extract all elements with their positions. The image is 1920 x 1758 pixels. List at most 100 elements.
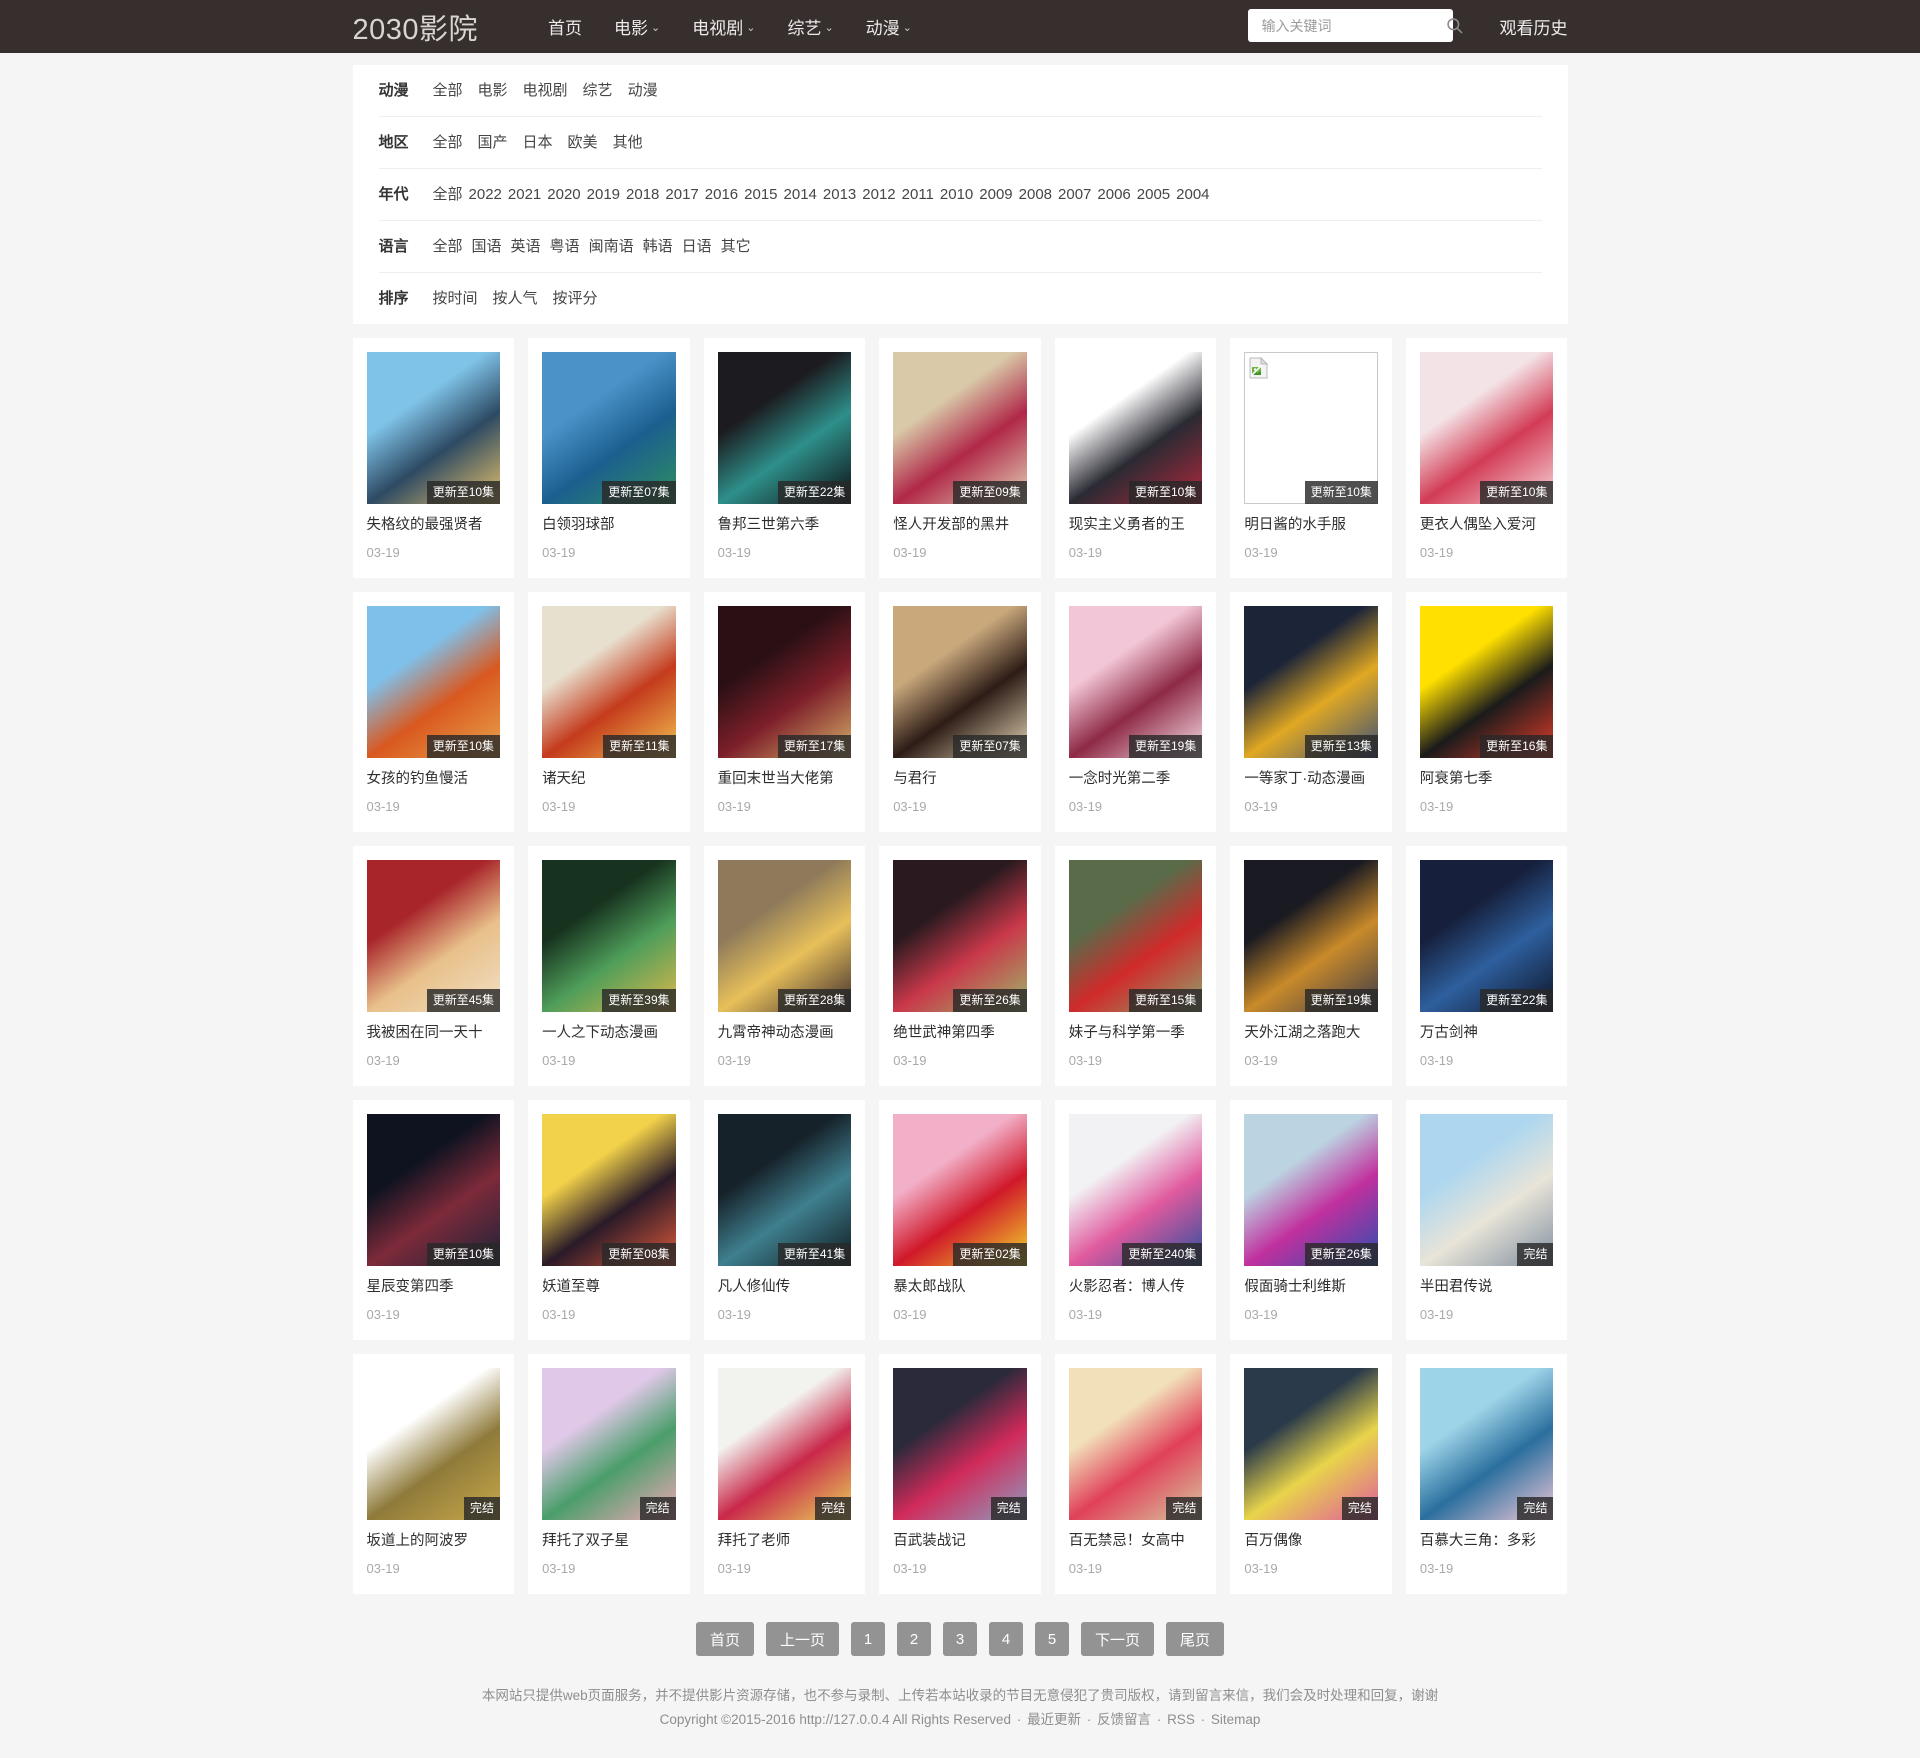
video-card[interactable]: 更新至10集 现实主义勇者的王 03-19 [1054, 338, 1217, 578]
filter-option[interactable]: 其它 [721, 237, 751, 257]
video-title[interactable]: 百万偶像 [1244, 1532, 1378, 1550]
video-title[interactable]: 暴太郎战队 [893, 1278, 1027, 1296]
page-button[interactable]: 上一页 [765, 1622, 839, 1656]
video-title[interactable]: 失格纹的最强贤者 [367, 516, 501, 534]
poster-thumbnail[interactable]: 更新至10集 [1244, 352, 1378, 504]
filter-option[interactable]: 2018 [626, 185, 659, 205]
poster-thumbnail[interactable]: 更新至26集 [893, 860, 1027, 1012]
video-title[interactable]: 阿衰第七季 [1420, 770, 1554, 788]
video-card[interactable]: 更新至39集 一人之下动态漫画 03-19 [528, 846, 690, 1086]
video-card[interactable]: 完结 拜托了老师 03-19 [703, 1354, 866, 1594]
filter-option[interactable]: 2005 [1137, 185, 1170, 205]
poster-thumbnail[interactable]: 更新至45集 [366, 860, 501, 1012]
video-title[interactable]: 重回末世当大佬第 [718, 770, 852, 788]
filter-option[interactable]: 2006 [1097, 185, 1130, 205]
video-card[interactable]: 更新至26集 假面骑士利维斯 03-19 [1230, 1100, 1392, 1340]
filter-option[interactable]: 国产 [478, 133, 508, 153]
filter-option[interactable]: 国语 [472, 237, 502, 257]
video-card[interactable]: 更新至07集 与君行 03-19 [879, 592, 1041, 832]
video-title[interactable]: 拜托了老师 [718, 1532, 852, 1550]
filter-option[interactable]: 按时间 [433, 289, 478, 309]
video-title[interactable]: 妖道至尊 [542, 1278, 676, 1296]
video-card[interactable]: 更新至09集 怪人开发部的黑井 03-19 [879, 338, 1041, 578]
filter-option[interactable]: 欧美 [568, 133, 598, 153]
poster-thumbnail[interactable]: 更新至15集 [1068, 860, 1203, 1012]
video-title[interactable]: 半田君传说 [1420, 1278, 1554, 1296]
filter-option[interactable]: 全部 [433, 133, 463, 153]
video-title[interactable]: 一等家丁·动态漫画 [1244, 770, 1378, 788]
filter-option[interactable]: 动漫 [628, 81, 658, 101]
filter-option[interactable]: 2022 [469, 185, 502, 205]
page-button[interactable]: 尾页 [1166, 1622, 1225, 1656]
filter-option[interactable]: 2009 [979, 185, 1012, 205]
video-card[interactable]: 更新至07集 白领羽球部 03-19 [528, 338, 690, 578]
poster-thumbnail[interactable]: 更新至10集 [366, 606, 501, 758]
watch-history-link[interactable]: 观看历史 [1500, 14, 1568, 39]
filter-option[interactable]: 日语 [682, 237, 712, 257]
poster-thumbnail[interactable]: 完结 [366, 1368, 501, 1520]
video-title[interactable]: 星辰变第四季 [367, 1278, 501, 1296]
video-card[interactable]: 更新至15集 妹子与科学第一季 03-19 [1054, 846, 1217, 1086]
footer-link[interactable]: Sitemap [1211, 1712, 1261, 1727]
video-title[interactable]: 怪人开发部的黑井 [893, 516, 1027, 534]
poster-thumbnail[interactable]: 更新至07集 [893, 606, 1027, 758]
poster-thumbnail[interactable]: 更新至10集 [366, 1114, 501, 1266]
video-card[interactable]: 更新至19集 一念时光第二季 03-19 [1054, 592, 1217, 832]
video-title[interactable]: 鲁邦三世第六季 [718, 516, 852, 534]
filter-option[interactable]: 按评分 [553, 289, 598, 309]
poster-thumbnail[interactable]: 完结 [542, 1368, 676, 1520]
poster-thumbnail[interactable]: 更新至41集 [717, 1114, 852, 1266]
video-card[interactable]: 更新至26集 绝世武神第四季 03-19 [879, 846, 1041, 1086]
video-card[interactable]: 更新至10集 星辰变第四季 03-19 [352, 1100, 515, 1340]
video-title[interactable]: 一念时光第二季 [1069, 770, 1203, 788]
filter-option[interactable]: 粤语 [550, 237, 580, 257]
video-title[interactable]: 我被困在同一天十 [367, 1024, 501, 1042]
video-title[interactable]: 火影忍者：博人传 [1069, 1278, 1203, 1296]
video-card[interactable]: 更新至08集 妖道至尊 03-19 [528, 1100, 690, 1340]
video-title[interactable]: 绝世武神第四季 [893, 1024, 1027, 1042]
poster-thumbnail[interactable]: 更新至02集 [893, 1114, 1027, 1266]
filter-option[interactable]: 英语 [511, 237, 541, 257]
poster-thumbnail[interactable]: 更新至26集 [1244, 1114, 1378, 1266]
filter-option[interactable]: 全部 [433, 237, 463, 257]
poster-thumbnail[interactable]: 完结 [717, 1368, 852, 1520]
page-button[interactable]: 3 [943, 1622, 977, 1656]
video-card[interactable]: 更新至22集 万古剑神 03-19 [1405, 846, 1568, 1086]
nav-item-0[interactable]: 首页 [532, 14, 598, 39]
poster-thumbnail[interactable]: 更新至09集 [893, 352, 1027, 504]
video-card[interactable]: 更新至28集 九霄帝神动态漫画 03-19 [703, 846, 866, 1086]
video-title[interactable]: 一人之下动态漫画 [542, 1024, 676, 1042]
poster-thumbnail[interactable]: 更新至22集 [1419, 860, 1554, 1012]
video-title[interactable]: 女孩的钓鱼慢活 [367, 770, 501, 788]
filter-option[interactable]: 日本 [523, 133, 553, 153]
nav-item-2[interactable]: 电视剧 ⌄ [676, 14, 771, 39]
video-card[interactable]: 更新至16集 阿衰第七季 03-19 [1405, 592, 1568, 832]
filter-option[interactable]: 全部 [433, 81, 463, 101]
video-card[interactable]: 更新至22集 鲁邦三世第六季 03-19 [703, 338, 866, 578]
page-button[interactable]: 首页 [695, 1622, 754, 1656]
filter-option[interactable]: 2014 [784, 185, 817, 205]
video-title[interactable]: 百武装战记 [893, 1532, 1027, 1550]
poster-thumbnail[interactable]: 更新至19集 [1244, 860, 1378, 1012]
filter-option[interactable]: 2004 [1176, 185, 1209, 205]
video-title[interactable]: 天外江湖之落跑大 [1244, 1024, 1378, 1042]
filter-option[interactable]: 2010 [940, 185, 973, 205]
poster-thumbnail[interactable]: 更新至16集 [1419, 606, 1554, 758]
filter-option[interactable]: 综艺 [583, 81, 613, 101]
filter-option[interactable]: 按人气 [493, 289, 538, 309]
video-card[interactable]: 更新至11集 诸天纪 03-19 [528, 592, 690, 832]
filter-option[interactable]: 2019 [587, 185, 620, 205]
video-card[interactable]: 更新至13集 一等家丁·动态漫画 03-19 [1230, 592, 1392, 832]
poster-thumbnail[interactable]: 更新至28集 [717, 860, 852, 1012]
poster-thumbnail[interactable]: 更新至11集 [542, 606, 676, 758]
poster-thumbnail[interactable]: 更新至17集 [717, 606, 852, 758]
video-title[interactable]: 与君行 [893, 770, 1027, 788]
video-card[interactable]: 更新至19集 天外江湖之落跑大 03-19 [1230, 846, 1392, 1086]
video-card[interactable]: 完结 百慕大三角：多彩 03-19 [1405, 1354, 1568, 1594]
filter-option[interactable]: 2017 [665, 185, 698, 205]
poster-thumbnail[interactable]: 更新至07集 [542, 352, 676, 504]
page-button[interactable]: 5 [1035, 1622, 1069, 1656]
poster-thumbnail[interactable]: 完结 [1068, 1368, 1203, 1520]
nav-item-1[interactable]: 电影 ⌄ [598, 14, 676, 39]
search-box[interactable] [1247, 9, 1462, 42]
